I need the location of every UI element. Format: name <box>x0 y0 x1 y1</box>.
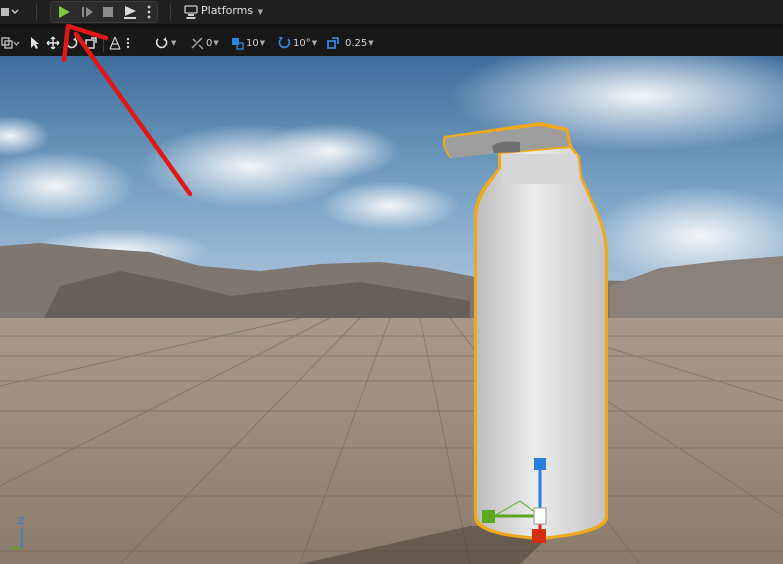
chevron-down-icon: ▼ <box>257 8 264 16</box>
select-icon[interactable] <box>30 35 42 51</box>
toolbar-divider <box>36 3 37 21</box>
platforms-menu[interactable]: Platforms ▼ <box>201 4 263 17</box>
axis-label-z: Z <box>18 517 24 527</box>
level-menu-icon[interactable] <box>0 2 22 22</box>
snap-angle-icon <box>278 37 291 49</box>
rotation-snap-dropdown[interactable]: 10° ▼ <box>277 35 317 51</box>
level-viewport[interactable]: Z <box>0 56 783 564</box>
more-options-icon[interactable] <box>143 2 155 22</box>
toolbar-divider <box>103 34 104 52</box>
main-toolbar: Platforms ▼ <box>0 0 783 26</box>
platforms-label: Platforms <box>201 4 254 17</box>
eject-icon[interactable] <box>120 2 140 22</box>
stop-icon[interactable] <box>99 2 117 22</box>
perspective-icon[interactable] <box>0 35 22 51</box>
scale-snap-dropdown[interactable]: 0.25 ▼ <box>326 35 374 51</box>
ground-plane <box>0 318 783 564</box>
snap-scale-icon <box>327 37 339 49</box>
snap-rotation-icon[interactable]: ▼ <box>154 35 182 51</box>
rotate-icon[interactable] <box>65 35 79 51</box>
more-options-icon[interactable] <box>126 35 132 51</box>
skip-frame-icon[interactable] <box>78 2 96 22</box>
snap-grid-icon <box>191 37 204 50</box>
platforms-icon[interactable] <box>182 2 200 22</box>
scale-icon[interactable] <box>84 35 98 51</box>
location-grid-value: 10 <box>246 37 259 49</box>
snap-grid-icon <box>232 38 244 50</box>
surface-snap-icon[interactable] <box>108 35 122 51</box>
viewport-toolbar: ▼ 0 ▼ 10 ▼ 10° ▼ 0.25 ▼ <box>0 30 783 56</box>
toolbar-divider <box>170 3 171 21</box>
rotation-snap-value: 10° <box>293 37 311 49</box>
translate-icon[interactable] <box>46 35 60 51</box>
translate-snap-dropdown[interactable]: 0 ▼ <box>190 35 219 51</box>
scene-render: Z <box>0 56 783 564</box>
scale-snap-value: 0.25 <box>345 37 368 49</box>
play-icon[interactable] <box>54 2 74 22</box>
translate-snap-value: 0 <box>206 37 213 49</box>
location-grid-dropdown[interactable]: 10 ▼ <box>230 35 265 51</box>
